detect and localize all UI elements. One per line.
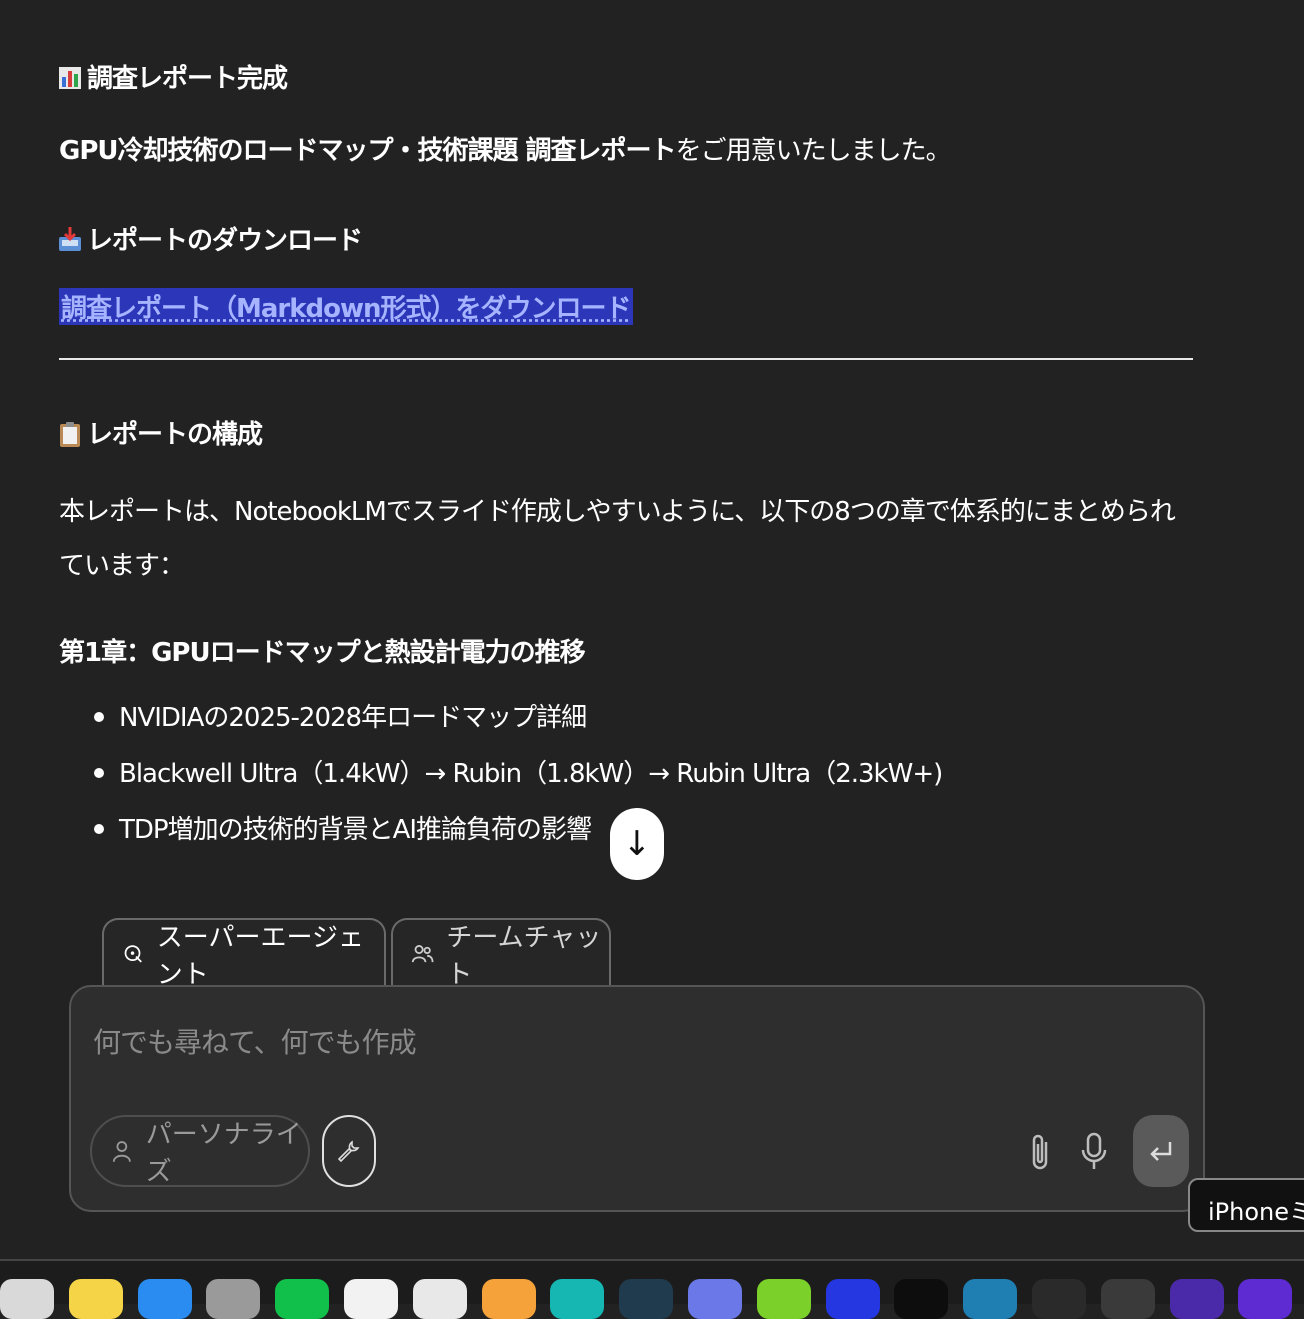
app-teal-icon[interactable] [550, 1279, 604, 1319]
enter-icon [1150, 1142, 1172, 1161]
person-icon [112, 1141, 131, 1162]
structure-heading-text: レポートの構成 [87, 420, 263, 450]
inbox-tray-icon [59, 227, 81, 253]
app-gradient-icon[interactable] [1238, 1279, 1292, 1319]
tab-super-agent[interactable]: スーパーエージェント [102, 918, 386, 990]
personalize-label: パーソナライズ [145, 1120, 302, 1187]
app-globe-icon[interactable] [963, 1279, 1017, 1319]
agent-icon [124, 945, 142, 963]
download-heading-text: レポートのダウンロード [87, 226, 363, 256]
download-heading: レポートのダウンロード [59, 220, 363, 257]
list-item: TDP増加の技術的背景とAI推論負荷の影響 [94, 809, 942, 865]
personalize-button[interactable]: パーソナライズ [90, 1115, 310, 1187]
chat-composer: 何でも尋ねて、何でも作成 パーソナライズ [69, 985, 1205, 1212]
app-blue-icon[interactable] [826, 1279, 880, 1319]
app-purple-icon[interactable] [1170, 1279, 1224, 1319]
structure-heading: レポートの構成 [59, 414, 263, 451]
people-icon [411, 945, 434, 963]
list-item: NVIDIAの2025-2028年ロードマップ詳細 [94, 697, 942, 753]
wrench-icon [337, 1140, 360, 1163]
chapter1-heading: 第1章：GPUロードマップと熱設計電力の推移 [59, 638, 586, 668]
pages-icon[interactable] [482, 1279, 536, 1319]
line-icon[interactable] [275, 1279, 329, 1319]
tab-team-chat[interactable]: チームチャット [391, 918, 611, 990]
bar-chart-icon [59, 65, 81, 91]
intro-bold: GPU冷却技術のロードマップ・技術課題 調査レポート [59, 136, 677, 166]
app-white-icon[interactable] [1032, 1279, 1086, 1319]
send-button[interactable] [1133, 1115, 1189, 1187]
tab-super-agent-label: スーパーエージェント [156, 923, 365, 990]
tools-button[interactable] [322, 1115, 376, 1187]
calendar-icon[interactable] [413, 1279, 467, 1319]
prompt-input[interactable]: 何でも尋ねて、何でも作成 [93, 1021, 417, 1061]
xcode-icon[interactable] [138, 1279, 192, 1319]
perplexity-icon[interactable] [619, 1279, 673, 1319]
divider [59, 358, 1193, 360]
download-report-link[interactable]: 調査レポート（Markdown形式）をダウンロード [59, 288, 633, 325]
chatgpt-icon[interactable] [344, 1279, 398, 1319]
app-green-icon[interactable] [757, 1279, 811, 1319]
intro-text: GPU冷却技術のロードマップ・技術課題 調査レポートをご用意いたしました。 [59, 130, 952, 167]
tab-team-chat-label: チームチャット [446, 923, 602, 990]
app-tour-icon[interactable] [1101, 1279, 1155, 1319]
chapter1-list: NVIDIAの2025-2028年ロードマップ詳細 Blackwell Ultr… [94, 697, 943, 865]
notes-icon[interactable] [69, 1279, 123, 1319]
paperclip-icon[interactable] [1026, 1132, 1056, 1172]
iphone-mirroring-tooltip: iPhoneミラ [1188, 1178, 1304, 1232]
report-heading-text: 調査レポート完成 [87, 64, 288, 94]
arrow-down-icon: ↓ [622, 824, 652, 864]
dock [0, 1261, 1304, 1319]
structure-description: 本レポートは、NotebookLMでスライド作成しやすいように、以下の8つの章で… [59, 497, 1176, 581]
settings-icon[interactable] [206, 1279, 260, 1319]
microphone-icon[interactable] [1079, 1132, 1109, 1172]
list-item: Blackwell Ultra（1.4kW）→ Rubin（1.8kW）→ Ru… [94, 753, 943, 809]
report-heading: 調査レポート完成 [59, 58, 288, 95]
intro-rest: をご用意いたしました。 [675, 136, 952, 166]
scroll-to-bottom-button[interactable]: ↓ [610, 808, 664, 880]
discord-icon[interactable] [688, 1279, 742, 1319]
finder-icon[interactable] [0, 1279, 54, 1319]
app-dark-icon[interactable] [894, 1279, 948, 1319]
clipboard-icon [59, 421, 81, 447]
